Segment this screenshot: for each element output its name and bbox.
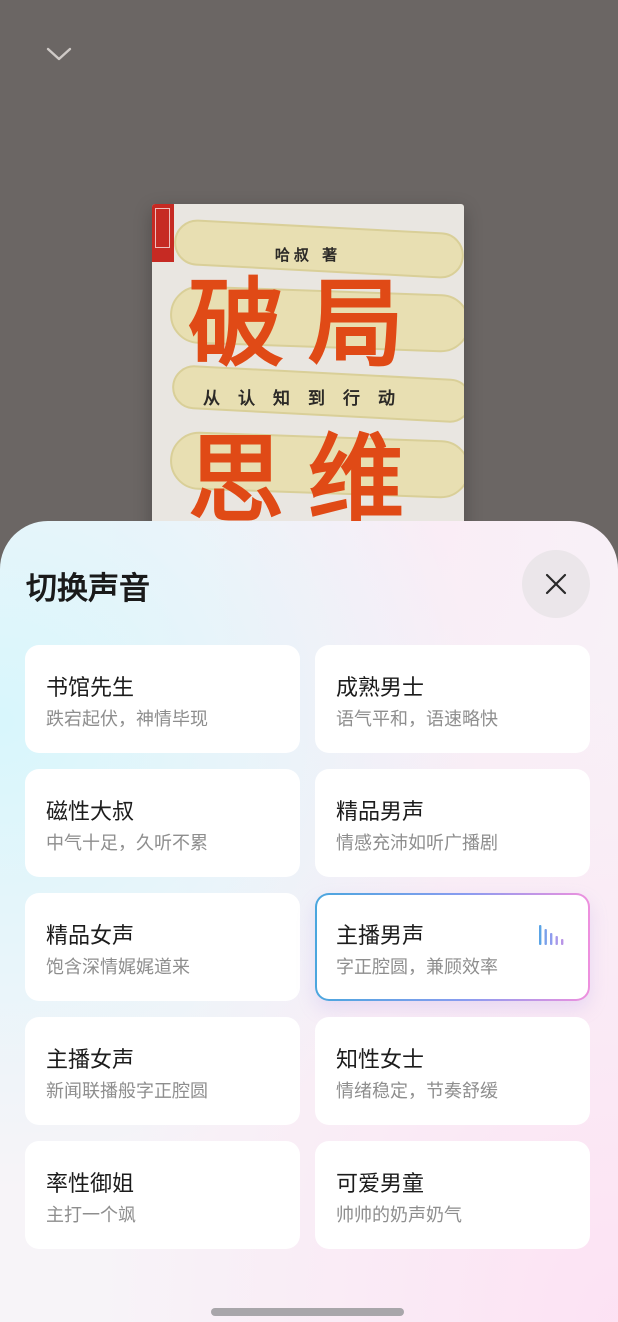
- book-title-line2: 思维: [188, 424, 428, 536]
- voice-name: 书馆先生: [46, 676, 135, 701]
- voice-name: 成熟男士: [336, 676, 425, 701]
- voice-name: 磁性大叔: [46, 800, 135, 825]
- collapse-button[interactable]: [40, 38, 78, 70]
- voice-switch-sheet: 切换声音 书馆先生 跌宕起伏，神情毕现 成熟男士 语气平和，语速略快 磁性大叔 …: [0, 521, 618, 1322]
- voice-name: 可爱男童: [336, 1172, 425, 1197]
- voice-card-3[interactable]: 精品男声 情感充沛如听广播剧: [315, 769, 590, 877]
- voice-card-6[interactable]: 主播女声 新闻联播般字正腔圆: [25, 1017, 300, 1125]
- voice-card-1[interactable]: 成熟男士 语气平和，语速略快: [315, 645, 590, 753]
- voice-description: 字正腔圆，兼顾效率: [336, 957, 498, 978]
- close-button[interactable]: [522, 550, 590, 618]
- voice-card-0[interactable]: 书馆先生 跌宕起伏，神情毕现: [25, 645, 300, 753]
- book-subtitle: 从认知到行动: [203, 389, 413, 409]
- voice-name: 主播男声: [336, 924, 425, 949]
- audio-bars-icon: [539, 925, 564, 945]
- voice-card-2[interactable]: 磁性大叔 中气十足，久听不累: [25, 769, 300, 877]
- voice-description: 语气平和，语速略快: [336, 709, 498, 730]
- voice-name: 精品男声: [336, 800, 425, 825]
- voice-name: 主播女声: [46, 1048, 135, 1073]
- voice-card-4[interactable]: 精品女声 饱含深情娓娓道来: [25, 893, 300, 1001]
- voice-description: 帅帅的奶声奶气: [336, 1205, 462, 1226]
- voice-description: 跌宕起伏，神情毕现: [46, 709, 208, 730]
- chevron-down-icon: [46, 47, 72, 61]
- book-author: 哈叔 著: [274, 246, 342, 264]
- voice-description: 中气十足，久听不累: [46, 833, 208, 854]
- voice-name: 精品女声: [46, 924, 135, 949]
- voice-name: 知性女士: [336, 1048, 425, 1073]
- voice-name: 率性御姐: [46, 1172, 135, 1197]
- sheet-title: 切换声音: [26, 571, 150, 607]
- voice-description: 情感充沛如听广播剧: [336, 833, 498, 854]
- voice-description: 情绪稳定，节奏舒缓: [336, 1081, 498, 1102]
- voice-card-5-selected[interactable]: 主播男声 字正腔圆，兼顾效率: [315, 893, 590, 1001]
- close-icon: [545, 573, 567, 595]
- voice-card-9[interactable]: 可爱男童 帅帅的奶声奶气: [315, 1141, 590, 1249]
- voice-card-7[interactable]: 知性女士 情绪稳定，节奏舒缓: [315, 1017, 590, 1125]
- voice-description: 主打一个飒: [46, 1205, 136, 1226]
- voice-description: 新闻联播般字正腔圆: [46, 1081, 208, 1102]
- book-title-line1: 破局: [188, 268, 428, 380]
- voice-card-8[interactable]: 率性御姐 主打一个飒: [25, 1141, 300, 1249]
- home-indicator[interactable]: [211, 1308, 404, 1316]
- voice-description: 饱含深情娓娓道来: [46, 957, 190, 978]
- book-cover: 哈叔 著 破局 从认知到行动 思维: [152, 204, 464, 544]
